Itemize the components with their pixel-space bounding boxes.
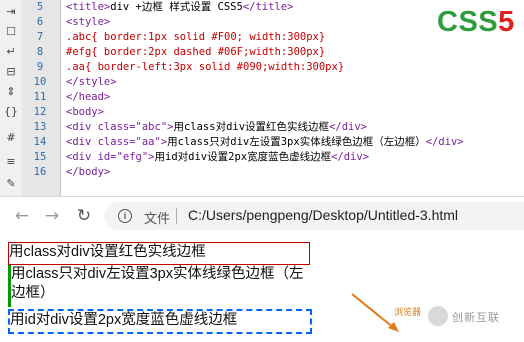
code-token: <div class="aa"> <box>66 136 168 148</box>
reload-button[interactable]: ↻ <box>74 206 94 226</box>
line-number: 11 <box>33 91 47 103</box>
code-line[interactable]: #efg{ border:2px dashed #06F;width:300px… <box>66 45 325 60</box>
line-number: 16 <box>33 166 47 178</box>
forward-button[interactable]: → <box>42 206 62 226</box>
code-token: </head> <box>66 91 111 103</box>
code-line[interactable]: </head> <box>66 90 110 105</box>
code-token: <div id="efg"> <box>66 151 155 163</box>
line-number: 14 <box>33 136 47 148</box>
blue-dashed-border-div: 用id对div设置2px宽度蓝色虚线边框 <box>8 309 312 334</box>
line-number: 9 <box>36 61 44 73</box>
address-separator <box>176 208 177 224</box>
code-token: .abc{ border:1px solid #F00; width:300px… <box>66 31 326 43</box>
css5-badge-number: 5 <box>498 6 515 38</box>
line-number: 7 <box>36 31 44 43</box>
line-number-gutter: 5 6 7 8 9 10 11 12 13 14 15 16 <box>22 0 61 196</box>
code-token: <body> <box>66 106 104 118</box>
back-button[interactable]: ← <box>12 206 32 226</box>
browser-annotation-label: 浏览器 <box>394 308 422 318</box>
code-token: .aa{ border-left:3px solid #090;width:30… <box>66 61 345 73</box>
css5-badge: CSS5 <box>437 6 515 39</box>
url-text[interactable]: C:/Users/pengpeng/Desktop/Untitled-3.htm… <box>188 207 458 223</box>
code-token: </div> <box>425 136 464 148</box>
code-token: 用class只对div左设置3px实体线绿色边框（左边框） <box>167 136 426 148</box>
select-icon[interactable]: ☐ <box>3 24 19 40</box>
code-line[interactable]: <div class="aa">用class只对div左设置3px实体线绿色边框… <box>66 135 464 150</box>
watermark-text: 创新互联 <box>452 311 500 324</box>
code-line[interactable]: <div class="abc">用class对div设置红色实线边框</div… <box>66 120 367 135</box>
code-line[interactable]: <body> <box>66 105 104 120</box>
collapse-icon[interactable]: ⊟ <box>3 64 19 80</box>
line-number: 15 <box>33 151 47 163</box>
code-token: </title> <box>242 1 294 13</box>
code-token: </div> <box>329 121 367 133</box>
code-token: </body> <box>66 166 111 178</box>
code-editor[interactable]: ⇥ ☐ ↵ ⊟ ⇕ {} # ≡ ✎ 5 6 7 8 9 10 11 12 13 14 15 16 <… <box>0 0 524 196</box>
editor-toolbar: ⇥ ☐ ↵ ⊟ ⇕ {} # ≡ ✎ <box>0 0 23 196</box>
code-line[interactable]: <style> <box>66 15 110 30</box>
line-number: 12 <box>33 106 47 118</box>
code-token: </div> <box>331 151 370 163</box>
css5-badge-text: CSS <box>437 6 499 38</box>
green-left-border-div: 用class只对div左设置3px实体线绿色边框（左边框） <box>8 265 311 307</box>
line-number: 13 <box>33 121 47 133</box>
format-icon[interactable]: ≡ <box>3 154 19 170</box>
rendered-page: 用class对div设置红色实线边框 用class只对div左设置3px实体线绿… <box>0 235 524 342</box>
code-token: div +边框 样式设置 CSS5 <box>110 1 243 13</box>
code-line[interactable]: </body> <box>66 165 110 180</box>
line-number: 5 <box>36 1 44 13</box>
braces-icon[interactable]: {} <box>3 104 19 120</box>
watermark-logo-icon <box>428 306 448 326</box>
code-token: <title> <box>66 1 111 13</box>
line-number: 6 <box>36 16 44 28</box>
indent-icon[interactable]: ⇥ <box>3 4 19 20</box>
code-token: <style> <box>66 16 111 28</box>
file-label: 文件 <box>144 211 171 226</box>
code-line[interactable]: <title>div +边框 样式设置 CSS5</title> <box>66 0 293 15</box>
code-token: #efg{ border:2px dashed #06F;width:300px… <box>66 46 326 58</box>
red-border-div: 用class对div设置红色实线边框 <box>8 242 310 265</box>
code-line[interactable]: </style> <box>66 75 117 90</box>
code-token: </style> <box>66 76 117 88</box>
comment-icon[interactable]: # <box>3 130 19 146</box>
address-bar[interactable]: i 文件 C:/Users/pengpeng/Desktop/Untitled-… <box>104 202 524 230</box>
fold-icon[interactable]: ⇕ <box>3 84 19 100</box>
info-icon[interactable]: i <box>118 209 132 223</box>
code-line[interactable]: .aa{ border-left:3px solid #090;width:30… <box>66 60 344 75</box>
code-token: <div class="abc"> <box>66 121 174 133</box>
code-token: 用id对div设置2px宽度蓝色虚线边框 <box>154 151 332 163</box>
line-number: 10 <box>33 76 47 88</box>
snippet-icon[interactable]: ✎ <box>3 176 19 192</box>
code-token: 用class对div设置红色实线边框 <box>173 121 330 133</box>
browser-toolbar: ← → ↻ i 文件 C:/Users/pengpeng/Desktop/Unt… <box>0 196 524 236</box>
code-line[interactable]: <div id="efg">用id对div设置2px宽度蓝色虚线边框</div> <box>66 150 369 165</box>
wrap-icon[interactable]: ↵ <box>3 44 19 60</box>
line-number: 8 <box>36 46 44 58</box>
code-line[interactable]: .abc{ border:1px solid #F00; width:300px… <box>66 30 325 45</box>
